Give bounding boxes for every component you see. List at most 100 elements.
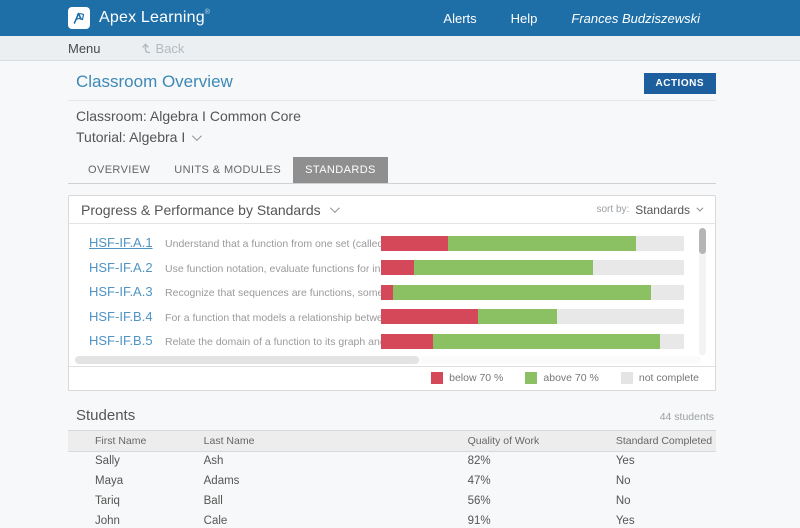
- vertical-scrollbar[interactable]: [699, 228, 706, 355]
- panel-header: Progress & Performance by Standards sort…: [69, 196, 715, 224]
- classroom-label: Classroom: Algebra I Common Core: [76, 108, 301, 124]
- col-quality-of-work: Quality of Work: [467, 429, 616, 452]
- tutorial-label: Tutorial: Algebra I: [76, 129, 186, 145]
- students-count: 44 students: [659, 410, 714, 423]
- standard-link[interactable]: HSF-IF.A.1: [89, 235, 153, 250]
- cell-standard-completed: No: [615, 495, 631, 507]
- legend-label: not complete: [638, 372, 699, 384]
- cell-last-name: Ball: [203, 495, 223, 507]
- chevron-down-icon: [696, 204, 704, 212]
- cell-quality-of-work: 56%: [467, 495, 491, 507]
- below-70-segment: [381, 235, 448, 251]
- cell-last-name: Cale: [203, 515, 228, 527]
- legend-item: above 70 %: [525, 372, 599, 384]
- legend-item: not complete: [620, 372, 699, 384]
- tab-standards[interactable]: STANDARDS: [293, 157, 388, 183]
- students-header: Students 44 students: [68, 407, 716, 430]
- content: Classroom Overview ACTIONS Classroom: Al…: [68, 61, 716, 528]
- standard-info: HSF-IF.A.2 Use function notation, evalua…: [89, 259, 381, 277]
- col-last-name: Last Name: [203, 429, 468, 452]
- cell-last-name: Adams: [203, 475, 240, 487]
- col-standard-completed: Standard Completed: [615, 429, 716, 452]
- brand-name: Apex Learning®: [99, 9, 211, 26]
- below-70-segment: [381, 260, 415, 276]
- top-bar: Apex Learning® Alerts Help Frances Budzi…: [0, 0, 800, 36]
- standard-progress-bar: [381, 309, 684, 325]
- below-70-segment: [381, 333, 433, 349]
- below-70-segment: [381, 284, 394, 300]
- cell-quality-of-work: 91%: [467, 515, 491, 527]
- above-70-segment: [414, 260, 594, 276]
- tutorial-selector[interactable]: Tutorial: Algebra I: [68, 124, 716, 145]
- menu-bar: Menu Back: [0, 36, 800, 61]
- tab-bar: OVERVIEW UNITS & MODULES STANDARDS: [68, 157, 716, 184]
- col-first-name: First Name: [68, 429, 204, 452]
- standard-description: Recognize that sequences are functions, …: [165, 287, 381, 300]
- above-70-segment: [432, 333, 660, 349]
- cell-first-name: John: [95, 515, 120, 527]
- panel-title-toggle[interactable]: Progress & Performance by Standards: [81, 201, 340, 218]
- back-label: Back: [155, 40, 185, 56]
- legend-swatch-icon: [525, 372, 538, 384]
- above-70-segment: [477, 309, 557, 325]
- panel-title: Progress & Performance by Standards: [81, 201, 321, 218]
- page-title: Classroom Overview: [76, 72, 233, 91]
- table-row: John Cale 91% Yes: [68, 511, 716, 528]
- alerts-link[interactable]: Alerts: [443, 11, 476, 26]
- apex-logo-icon: [68, 7, 90, 29]
- registered-mark: ®: [204, 9, 211, 16]
- scrollbar-thumb[interactable]: [75, 355, 420, 364]
- standard-description: Relate the domain of a function to its g…: [165, 336, 381, 349]
- tab-overview[interactable]: OVERVIEW: [76, 157, 162, 183]
- top-nav: Alerts Help Frances Budziszewski: [443, 11, 700, 26]
- back-button[interactable]: Back: [139, 40, 185, 56]
- standard-info: HSF-IF.B.5 Relate the domain of a functi…: [89, 332, 381, 350]
- scrollbar-thumb[interactable]: [699, 228, 706, 254]
- standard-info: HSF-IF.A.1 Understand that a function fr…: [89, 234, 381, 252]
- legend-item: below 70 %: [431, 372, 503, 384]
- standard-row: HSF-IF.A.2 Use function notation, evalua…: [69, 256, 715, 281]
- students-table-body: Sally Ash 82% Yes Maya Adams 47% No Tari…: [68, 451, 716, 528]
- standard-progress-bar: [381, 333, 684, 349]
- cell-quality-of-work: 47%: [467, 475, 491, 487]
- above-70-segment: [393, 284, 651, 300]
- menu-button[interactable]: Menu: [68, 41, 101, 56]
- chevron-down-icon: [192, 130, 203, 141]
- legend-label: below 70 %: [449, 372, 504, 384]
- cell-first-name: Sally: [95, 455, 120, 468]
- cell-last-name: Ash: [203, 455, 224, 468]
- standard-link[interactable]: HSF-IF.A.3: [89, 284, 153, 299]
- tab-units-modules[interactable]: UNITS & MODULES: [162, 157, 293, 183]
- standard-description: Use function notation, evaluate function…: [165, 262, 381, 275]
- below-70-segment: [381, 309, 478, 325]
- table-row: Sally Ash 82% Yes: [68, 451, 716, 471]
- standard-info: HSF-IF.B.4 For a function that models a …: [89, 308, 381, 326]
- standard-info: HSF-IF.A.3 Recognize that sequences are …: [89, 283, 381, 301]
- sort-by-dropdown[interactable]: sort by: Standards: [597, 203, 704, 217]
- brand[interactable]: Apex Learning®: [68, 7, 210, 29]
- above-70-segment: [447, 235, 636, 251]
- standard-description: For a function that models a relationshi…: [165, 311, 381, 324]
- table-row: Maya Adams 47% No: [68, 471, 716, 491]
- standards-list: HSF-IF.A.1 Understand that a function fr…: [69, 224, 715, 356]
- standard-progress-bar: [381, 235, 684, 251]
- standard-progress-bar: [381, 260, 684, 276]
- standard-link[interactable]: HSF-IF.B.4: [89, 309, 153, 324]
- horizontal-scrollbar[interactable]: [75, 355, 701, 364]
- standard-row: HSF-IF.B.4 For a function that models a …: [69, 305, 715, 330]
- students-heading: Students: [76, 406, 136, 424]
- standard-link[interactable]: HSF-IF.A.2: [89, 260, 153, 275]
- legend-swatch-icon: [431, 372, 444, 384]
- standards-panel: Progress & Performance by Standards sort…: [68, 195, 716, 391]
- standard-row: HSF-IF.B.5 Relate the domain of a functi…: [69, 329, 715, 354]
- chevron-down-icon: [329, 203, 340, 214]
- cell-standard-completed: No: [615, 475, 631, 487]
- standard-row: HSF-IF.A.3 Recognize that sequences are …: [69, 280, 715, 305]
- actions-button[interactable]: ACTIONS: [643, 73, 716, 94]
- back-arrow-icon: [141, 43, 150, 53]
- user-menu[interactable]: Frances Budziszewski: [571, 11, 700, 26]
- students-table: First Name Last Name Quality of Work Sta…: [68, 429, 716, 528]
- cell-first-name: Maya: [95, 475, 124, 487]
- help-link[interactable]: Help: [511, 11, 538, 26]
- standard-link[interactable]: HSF-IF.B.5: [89, 333, 153, 348]
